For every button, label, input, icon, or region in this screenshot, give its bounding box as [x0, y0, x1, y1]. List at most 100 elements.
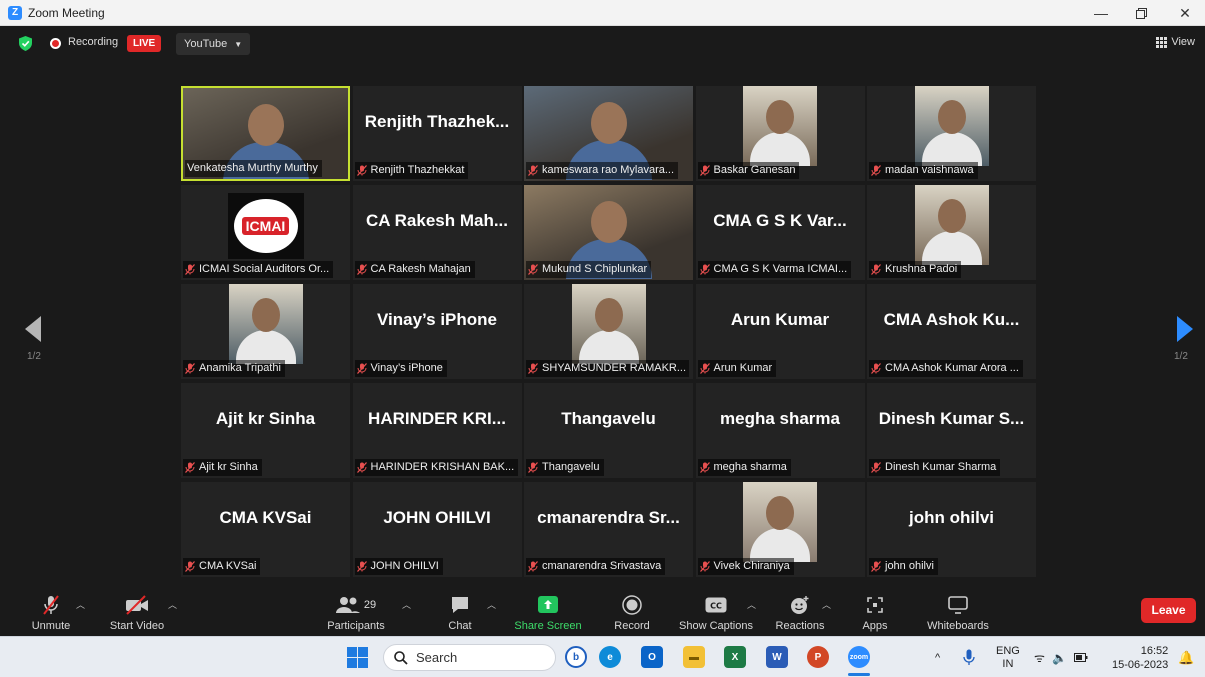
- language-indicator[interactable]: ENG IN: [996, 637, 1020, 677]
- participant-name: Ajit kr Sinha: [199, 461, 258, 473]
- window-titlebar: Z Zoom Meeting — ✕: [0, 0, 1205, 26]
- muted-mic-icon: [699, 462, 710, 473]
- reactions-button[interactable]: Reactions: [772, 586, 828, 636]
- participant-tile[interactable]: CMA G S K Var... CMA G S K Varma ICMAI...: [695, 185, 865, 280]
- tray-system-icons[interactable]: ᯤ 🔈: [1034, 637, 1088, 677]
- participant-tile[interactable]: CA Rakesh Mah... CA Rakesh Mahajan: [352, 185, 522, 280]
- muted-mic-icon: [185, 462, 195, 473]
- participant-tile[interactable]: madan vaishnawa: [867, 86, 1036, 181]
- clock-time: 16:52: [1140, 644, 1169, 657]
- participant-display-name: megha sharma: [720, 409, 840, 428]
- close-button[interactable]: ✕: [1162, 0, 1205, 26]
- chat-button[interactable]: Chat: [440, 586, 480, 636]
- start-video-button[interactable]: Start Video: [105, 586, 169, 636]
- live-badge[interactable]: LIVE: [127, 35, 162, 52]
- participant-tile[interactable]: SHYAMSUNDER RAMAKR...: [524, 284, 693, 379]
- bing-icon[interactable]: b: [565, 646, 587, 668]
- excel-icon[interactable]: X: [724, 646, 746, 668]
- participant-tile[interactable]: Renjith Thazhek... Renjith Thazhekkat: [352, 86, 522, 181]
- participants-label: Participants: [327, 620, 385, 632]
- participant-tile[interactable]: HARINDER KRI... HARINDER KRISHAN BAK...: [352, 383, 522, 478]
- reactions-options-caret-icon[interactable]: ︿: [822, 598, 831, 611]
- captions-options-caret-icon[interactable]: ︿: [747, 598, 756, 611]
- muted-mic-icon: [356, 462, 367, 473]
- security-shield-icon[interactable]: [19, 36, 32, 51]
- participants-button[interactable]: 29 Participants: [322, 586, 390, 636]
- previous-page-arrow-icon[interactable]: [25, 316, 41, 342]
- participant-gallery: Venkatesha Murthy Murthy Renjith Thazhek.…: [181, 86, 1036, 579]
- record-button[interactable]: Record: [608, 586, 656, 636]
- video-options-caret-icon[interactable]: ︿: [168, 598, 177, 611]
- participant-tile[interactable]: Ajit kr Sinha Ajit kr Sinha: [181, 383, 350, 478]
- participant-tile[interactable]: cmanarendra Sr... cmanarendra Srivastava: [524, 482, 693, 577]
- participant-name-label: JOHN OHILVI: [354, 558, 443, 575]
- view-button[interactable]: View: [1156, 36, 1195, 48]
- participant-display-name: CA Rakesh Mah...: [365, 211, 509, 230]
- whiteboards-button[interactable]: Whiteboards: [922, 586, 994, 636]
- muted-mic-icon: [185, 561, 195, 572]
- participant-display-name: Ajit kr Sinha: [215, 409, 316, 428]
- notification-bell-icon[interactable]: 🔔: [1178, 637, 1194, 677]
- apps-button[interactable]: Apps: [855, 586, 895, 636]
- muted-mic-icon: [699, 561, 710, 572]
- tray-microphone-icon[interactable]: [963, 649, 975, 666]
- participant-tile[interactable]: kameswara rao Mylavara...: [524, 86, 693, 181]
- participant-name: megha sharma: [713, 461, 787, 473]
- video-off-icon: [126, 595, 148, 615]
- chat-options-caret-icon[interactable]: ︿: [487, 598, 496, 611]
- participant-tile[interactable]: ICMAI ICMAI Social Auditors Or...: [181, 185, 350, 280]
- participant-tile[interactable]: Baskar Ganesan: [695, 86, 865, 181]
- outlook-icon[interactable]: O: [641, 646, 663, 668]
- muted-mic-icon: [699, 363, 710, 374]
- restore-button[interactable]: [1118, 0, 1164, 26]
- unmute-button[interactable]: Unmute: [26, 586, 76, 636]
- participant-tile[interactable]: Thangavelu Thangavelu: [524, 383, 693, 478]
- recording-label[interactable]: Recording: [68, 36, 118, 48]
- participant-tile[interactable]: Mukund S Chiplunkar: [524, 185, 693, 280]
- participant-name-label: Venkatesha Murthy Murthy: [185, 160, 322, 177]
- file-explorer-icon[interactable]: ▬: [683, 646, 705, 668]
- participant-tile[interactable]: Anamika Tripathi: [181, 284, 350, 379]
- captions-icon: CC: [705, 597, 727, 613]
- powerpoint-icon[interactable]: P: [807, 646, 829, 668]
- word-icon[interactable]: W: [766, 646, 788, 668]
- taskbar-clock[interactable]: 16:52 15-06-2023: [1112, 637, 1168, 677]
- share-screen-button[interactable]: Share Screen: [512, 586, 584, 636]
- microphone-muted-icon: [43, 595, 59, 615]
- participant-name: Renjith Thazhekkat: [370, 164, 465, 176]
- participant-name: Vinay’s iPhone: [370, 362, 443, 374]
- audio-options-caret-icon[interactable]: ︿: [76, 598, 85, 611]
- participant-tile[interactable]: CMA KVSai CMA KVSai: [181, 482, 350, 577]
- recording-icon: [50, 38, 61, 49]
- tray-overflow-icon[interactable]: ^: [935, 637, 940, 677]
- participant-tile[interactable]: Dinesh Kumar S... Dinesh Kumar Sharma: [867, 383, 1036, 478]
- participant-tile[interactable]: Vinay’s iPhone Vinay’s iPhone: [352, 284, 522, 379]
- participant-tile[interactable]: Venkatesha Murthy Murthy: [181, 86, 350, 181]
- participant-tile[interactable]: JOHN OHILVI JOHN OHILVI: [352, 482, 522, 577]
- windows-start-icon[interactable]: [347, 647, 368, 668]
- next-page-arrow-icon[interactable]: [1177, 316, 1193, 342]
- share-screen-label: Share Screen: [514, 620, 582, 632]
- battery-icon: [1073, 653, 1088, 662]
- participant-display-name: JOHN OHILVI: [383, 508, 491, 527]
- participant-tile[interactable]: Krushna Padoi: [867, 185, 1036, 280]
- participant-tile[interactable]: megha sharma megha sharma: [695, 383, 865, 478]
- participant-tile[interactable]: john ohilvi john ohilvi: [867, 482, 1036, 577]
- muted-mic-icon: [871, 264, 881, 275]
- taskbar-search-input[interactable]: Search: [383, 644, 556, 671]
- youtube-stream-dropdown[interactable]: YouTube ▼: [176, 33, 251, 55]
- show-captions-button[interactable]: CC Show Captions: [676, 586, 756, 636]
- participant-video: [228, 284, 303, 364]
- participant-display-name: CMA KVSai: [219, 508, 312, 527]
- participants-options-caret-icon[interactable]: ︿: [402, 598, 411, 611]
- edge-browser-icon[interactable]: e: [599, 646, 621, 668]
- muted-mic-icon: [528, 363, 538, 374]
- window-title: Zoom Meeting: [28, 5, 105, 20]
- participant-tile[interactable]: Vivek Chiraniya: [695, 482, 865, 577]
- zoom-taskbar-icon[interactable]: zoom: [848, 646, 870, 668]
- muted-mic-icon: [356, 561, 367, 572]
- participant-tile[interactable]: Arun Kumar Arun Kumar: [695, 284, 865, 379]
- participant-tile[interactable]: CMA Ashok Ku... CMA Ashok Kumar Arora ...: [867, 284, 1036, 379]
- volume-icon: 🔈: [1051, 650, 1067, 665]
- leave-button[interactable]: Leave: [1141, 598, 1196, 623]
